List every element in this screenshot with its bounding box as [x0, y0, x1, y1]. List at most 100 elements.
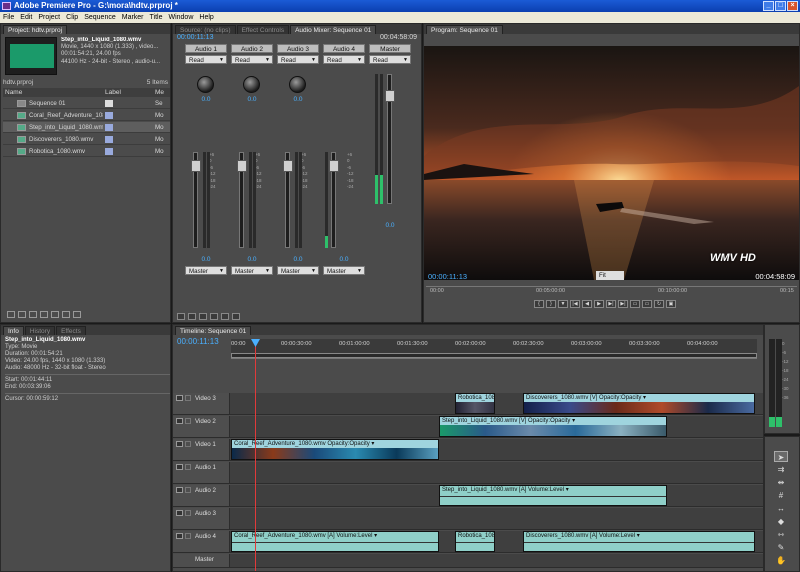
track-header[interactable]: Video 1 — [173, 439, 230, 460]
mixer-timecode-in[interactable]: 00:00:11:13 — [177, 34, 213, 41]
track-header[interactable]: Audio 1 — [173, 462, 230, 483]
timeline-clip[interactable]: Coral_Reef_Adventure_1080.wmv Opacity:Op… — [231, 439, 439, 460]
lift-icon[interactable]: ▭ — [630, 300, 640, 308]
track-header[interactable]: Audio 3 — [173, 508, 230, 529]
pan-knob[interactable] — [243, 76, 260, 93]
volume-fader[interactable] — [237, 160, 247, 172]
safe-margins-icon[interactable]: ▣ — [666, 300, 676, 308]
menu-help[interactable]: Help — [196, 12, 216, 23]
project-item[interactable]: Sequence 01 Se — [3, 98, 170, 109]
list-view-icon[interactable] — [7, 311, 15, 318]
program-video-frame[interactable]: WMV HD — [424, 46, 799, 280]
step-back-icon[interactable]: ◀ — [582, 300, 592, 308]
automation-dropdown[interactable]: Read — [231, 55, 273, 65]
timeline-clip[interactable]: Discoverers_1080.wmv [V] Opacity:Opacity… — [523, 393, 755, 414]
slip-tool-icon[interactable]: ⇿ — [774, 529, 788, 540]
go-out-icon[interactable]: ▶| — [618, 300, 628, 308]
menu-edit[interactable]: Edit — [17, 12, 35, 23]
timeline-clip[interactable]: Coral_Reef_Adventure_1080.wmv [A] Volume… — [231, 531, 439, 552]
step-forward-icon[interactable]: ▶| — [606, 300, 616, 308]
go-in-icon[interactable]: |◀ — [570, 300, 580, 308]
menu-marker[interactable]: Marker — [119, 12, 147, 23]
delete-icon[interactable] — [73, 311, 81, 318]
volume-fader[interactable] — [329, 160, 339, 172]
maximize-button[interactable]: □ — [775, 1, 786, 11]
output-dropdown[interactable]: Master — [323, 266, 365, 276]
lock-icon[interactable] — [185, 487, 191, 493]
track-header[interactable]: Audio 2 — [173, 485, 230, 506]
tab-effects[interactable]: Effects — [56, 326, 86, 335]
record-icon[interactable] — [232, 313, 240, 320]
menu-title[interactable]: Title — [147, 12, 166, 23]
menu-sequence[interactable]: Sequence — [81, 12, 119, 23]
speaker-icon[interactable] — [176, 510, 183, 516]
pan-knob[interactable] — [289, 76, 306, 93]
icon-view-icon[interactable] — [18, 311, 26, 318]
lock-icon[interactable] — [185, 464, 191, 470]
play-in-out-icon[interactable] — [210, 313, 218, 320]
speaker-icon[interactable] — [176, 487, 183, 493]
track-header[interactable]: Video 3 — [173, 393, 230, 414]
pan-knob[interactable] — [197, 76, 214, 93]
timeline-clip[interactable]: Step_into_Liquid_1080.wmv [A] Volume:Lev… — [439, 485, 667, 506]
output-dropdown[interactable]: Master — [277, 266, 319, 276]
current-time-indicator[interactable] — [255, 339, 256, 571]
tab-history[interactable]: History — [24, 326, 56, 335]
close-button[interactable]: × — [787, 1, 798, 11]
menu-window[interactable]: Window — [165, 12, 196, 23]
loop-icon[interactable] — [221, 313, 229, 320]
volume-fader[interactable] — [283, 160, 293, 172]
set-in-icon[interactable]: { — [534, 300, 544, 308]
track-header[interactable]: Master — [173, 554, 230, 567]
new-item-icon[interactable] — [62, 311, 70, 318]
lock-icon[interactable] — [185, 441, 191, 447]
lock-icon[interactable] — [185, 533, 191, 539]
play-icon[interactable]: ▶ — [594, 300, 604, 308]
tab-timeline[interactable]: Timeline: Sequence 01 — [175, 326, 252, 335]
zoom-fit-dropdown[interactable]: Fit — [596, 271, 624, 280]
extract-icon[interactable]: ▭ — [642, 300, 652, 308]
new-bin-icon[interactable] — [51, 311, 59, 318]
menu-project[interactable]: Project — [35, 12, 63, 23]
timeline-clip[interactable]: Discoverers_1080.wmv [A] Volume:Level ▾ — [523, 531, 755, 552]
menu-file[interactable]: File — [0, 12, 17, 23]
play-icon[interactable] — [199, 313, 207, 320]
timeline-clip[interactable]: Robotica_1080. — [455, 531, 495, 552]
tab-source[interactable]: Source: (no clips) — [175, 25, 236, 34]
selection-tool-icon[interactable]: ➤ — [774, 451, 788, 462]
lock-icon[interactable] — [185, 418, 191, 424]
timeline-zoom-bar[interactable] — [231, 353, 757, 358]
find-icon[interactable] — [40, 311, 48, 318]
set-out-icon[interactable]: } — [546, 300, 556, 308]
hand-tool-icon[interactable]: ✋ — [774, 555, 788, 566]
program-timecode-in[interactable]: 00:00:11:13 — [428, 272, 467, 281]
output-dropdown[interactable]: Master — [231, 266, 273, 276]
marker-icon[interactable]: ▼ — [558, 300, 568, 308]
eye-icon[interactable] — [176, 395, 183, 401]
track-select-tool-icon[interactable]: ⇉ — [774, 464, 788, 475]
tab-info[interactable]: Info — [3, 326, 24, 335]
tab-program[interactable]: Program: Sequence 01 — [426, 25, 503, 34]
program-time-ruler[interactable]: 00:00 00:05:00:00 00:10:00:00 00:15 — [426, 286, 797, 295]
project-item[interactable]: Discoverers_1080.wmv Mo — [3, 134, 170, 145]
go-to-out-icon[interactable] — [188, 313, 196, 320]
timeline-timecode[interactable]: 00:00:11:13 — [177, 337, 219, 346]
automate-icon[interactable] — [29, 311, 37, 318]
track-header[interactable]: Audio 4 — [173, 531, 230, 552]
automation-dropdown[interactable]: Read — [369, 55, 411, 65]
razor-tool-icon[interactable]: ◆ — [774, 516, 788, 527]
pen-tool-icon[interactable]: ✎ — [774, 542, 788, 553]
column-name[interactable]: Name — [5, 88, 22, 97]
rate-stretch-tool-icon[interactable]: ↔ — [774, 503, 788, 514]
volume-fader[interactable] — [191, 160, 201, 172]
automation-dropdown[interactable]: Read — [185, 55, 227, 65]
column-label[interactable]: Label — [105, 88, 121, 97]
project-item[interactable]: Step_into_Liquid_1080.wmv Mo — [3, 122, 170, 133]
ripple-edit-tool-icon[interactable]: ⇹ — [774, 477, 788, 488]
automation-dropdown[interactable]: Read — [277, 55, 319, 65]
eye-icon[interactable] — [176, 418, 183, 424]
timeline-clip[interactable]: Robotica_1080. — [455, 393, 495, 414]
timeline-clip[interactable]: Step_into_Liquid_1080.wmv [V] Opacity:Op… — [439, 416, 667, 437]
eye-icon[interactable] — [176, 441, 183, 447]
automation-dropdown[interactable]: Read — [323, 55, 365, 65]
